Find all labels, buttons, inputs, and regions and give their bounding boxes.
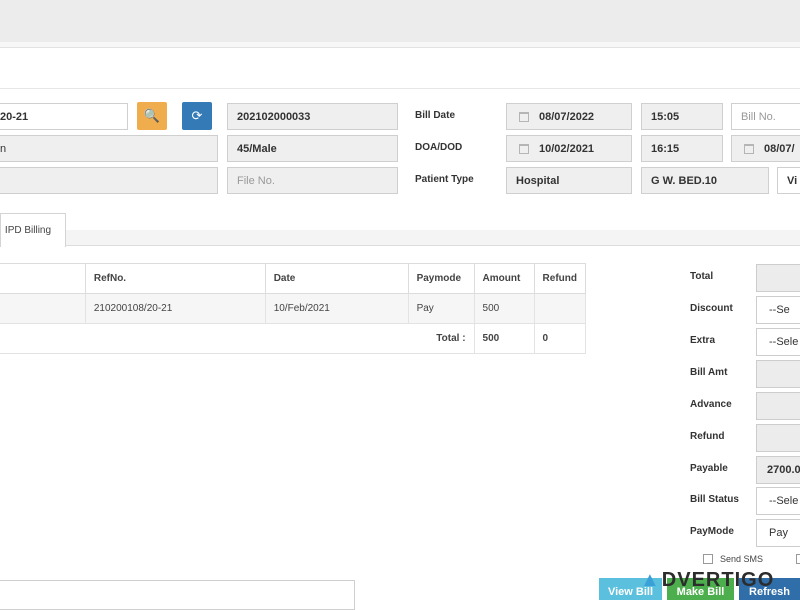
header-divider <box>0 88 800 89</box>
dod-date-value: 08/07/ <box>764 142 795 155</box>
calendar-icon <box>519 143 529 154</box>
send-sms-label: Send SMS <box>720 554 764 564</box>
tab-ipd-billing[interactable]: IPD Billing <box>0 213 66 247</box>
bill-date-field[interactable]: 08/07/2022 <box>506 103 632 130</box>
bill-date-value: 08/07/2022 <box>539 110 595 123</box>
total-label: Total : <box>0 323 475 354</box>
column-header-blank <box>0 263 86 294</box>
cell-amount: 500 <box>473 293 535 324</box>
reload-button[interactable]: ⟳ <box>182 102 212 130</box>
bill-amt-field <box>756 360 800 388</box>
total-amount: 500 <box>473 323 535 354</box>
paymode-select[interactable]: Pay <box>756 519 800 547</box>
bill-status-label: Bill Status <box>690 494 739 505</box>
remarks-textarea[interactable] <box>0 580 355 610</box>
total-summary-label: Total <box>690 271 714 282</box>
dod-date-field[interactable]: 08/07/ <box>731 135 800 162</box>
patient-type-field[interactable]: Hospital <box>506 167 632 194</box>
payable-label: Payable <box>690 463 728 474</box>
cell-refund <box>533 293 587 324</box>
bill-time-field[interactable]: 15:05 <box>641 103 723 130</box>
bed-field[interactable]: G W. BED.10 <box>641 167 769 194</box>
patient-name-field[interactable]: n <box>0 135 218 162</box>
extra-select[interactable]: --Sele <box>756 328 800 356</box>
extra-checkbox[interactable] <box>796 554 800 564</box>
extra-field[interactable]: Vi <box>777 167 800 194</box>
uhid-input[interactable]: 20-21 <box>0 103 128 130</box>
column-header-paymode: Paymode <box>407 263 475 294</box>
doa-date-field[interactable]: 10/02/2021 <box>506 135 632 162</box>
advance-field <box>756 392 800 420</box>
cell-blank <box>0 293 86 324</box>
total-summary-field <box>756 264 800 292</box>
search-button[interactable]: 🔍 <box>137 102 167 130</box>
discount-label: Discount <box>690 303 733 314</box>
cell-date: 10/Feb/2021 <box>264 293 409 324</box>
column-header-date: Date <box>264 263 409 294</box>
file-no-field[interactable]: File No. <box>227 167 398 194</box>
refund-field <box>756 424 800 452</box>
refund-label: Refund <box>690 431 725 442</box>
payments-table: RefNo. Date Paymode Amount Refund 210200… <box>0 263 587 354</box>
bill-date-label: Bill Date <box>415 110 456 121</box>
advertigo-watermark: ▲ DVERTIGO <box>640 568 774 592</box>
total-refund: 0 <box>533 323 587 354</box>
calendar-icon <box>744 143 754 154</box>
patient-type-label: Patient Type <box>415 174 474 185</box>
search-icon: 🔍 <box>143 108 161 123</box>
extra-label: Extra <box>690 335 716 346</box>
table-header-row: RefNo. Date Paymode Amount Refund <box>0 263 587 294</box>
calendar-icon <box>519 111 529 122</box>
advance-label: Advance <box>690 399 732 410</box>
table-total-row: Total : 500 0 <box>0 323 587 354</box>
doa-time-field[interactable]: 16:15 <box>641 135 723 162</box>
payable-field: 2700.0 <box>756 456 800 484</box>
app-top-bar <box>0 0 800 42</box>
column-header-refund: Refund <box>533 263 587 294</box>
bill-amt-label: Bill Amt <box>690 367 728 378</box>
table-row[interactable]: 210200108/20-21 10/Feb/2021 Pay 500 <box>0 293 587 324</box>
cell-paymode: Pay <box>407 293 475 324</box>
send-sms-checkbox[interactable] <box>703 554 713 564</box>
advertigo-logo-icon: ▲ <box>640 568 660 591</box>
ip-number-field[interactable]: 202102000033 <box>227 103 398 130</box>
address-field[interactable] <box>0 167 218 194</box>
watermark-text: DVERTIGO <box>661 568 775 591</box>
doa-dod-label: DOA/DOD <box>415 142 463 153</box>
bill-no-input[interactable]: Bill No. <box>731 103 800 130</box>
doa-date-value: 10/02/2021 <box>539 142 595 155</box>
discount-select[interactable]: --Se <box>756 296 800 324</box>
tab-bar <box>0 230 800 246</box>
age-sex-field[interactable]: 45/Male <box>227 135 398 162</box>
paymode-label: PayMode <box>690 526 734 537</box>
top-bar-divider <box>0 42 800 48</box>
column-header-refno: RefNo. <box>84 263 266 294</box>
refresh-icon: ⟳ <box>191 108 203 123</box>
bill-status-select[interactable]: --Sele <box>756 487 800 515</box>
column-header-amount: Amount <box>473 263 535 294</box>
cell-refno: 210200108/20-21 <box>84 293 266 324</box>
